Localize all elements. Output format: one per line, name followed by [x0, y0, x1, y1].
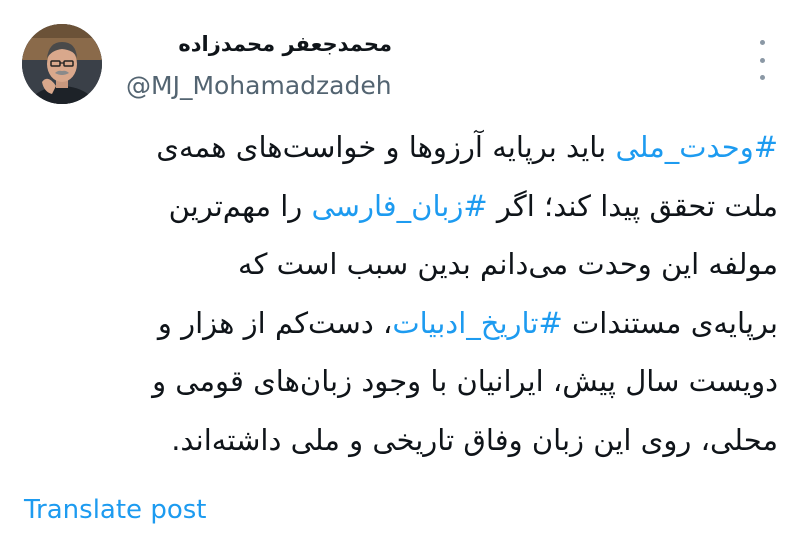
tweet-line: محلی، روی این زبان وفاق تاریخی و ملی داش…	[30, 411, 778, 470]
more-vertical-icon	[759, 40, 765, 45]
tweet-text-segment: مولفه این وحدت می‌دانم بدین سبب است که	[238, 247, 778, 281]
tweet-text-segment: را مهم‌ترین	[168, 188, 312, 223]
more-vertical-icon-dot	[759, 57, 765, 63]
tweet-text-segment: دویست سال پیش، ایرانیان با وجود زبان‌های…	[152, 364, 778, 398]
tweet-text-segment: ، دست‌کم از هزار و	[157, 305, 393, 340]
more-options-button[interactable]	[752, 40, 772, 80]
tweet-line: #وحدت_ملی باید برپایه آرزوها و خواست‌های…	[30, 118, 778, 177]
hashtag-link[interactable]: #تاریخ_ادبیات	[392, 306, 562, 340]
tweet-text-segment: ملت تحقق پیدا کند؛ اگر	[487, 188, 778, 223]
translate-post-link[interactable]: Translate post	[24, 492, 206, 528]
profile-photo-icon	[22, 24, 102, 104]
more-vertical-icon-dot	[759, 75, 765, 80]
author-handle[interactable]: @MJ_Mohamadzadeh	[126, 70, 392, 102]
hashtag-link[interactable]: #وحدت_ملی	[615, 130, 778, 164]
tweet-text-segment: محلی، روی این زبان وفاق تاریخی و ملی داش…	[171, 422, 778, 457]
tweet-text-segment: برپایه‌ی مستندات	[562, 305, 778, 340]
tweet-line: مولفه این وحدت می‌دانم بدین سبب است که	[30, 235, 778, 294]
tweet-text-segment: باید برپایه آرزوها و خواست‌های همه‌ی	[156, 130, 616, 164]
tweet-text: #وحدت_ملی باید برپایه آرزوها و خواست‌های…	[30, 118, 778, 469]
tweet-line: دویست سال پیش، ایرانیان با وجود زبان‌های…	[30, 352, 778, 411]
tweet-line: ملت تحقق پیدا کند؛ اگر #زبان_فارسی را مه…	[30, 177, 778, 236]
hashtag-link[interactable]: #زبان_فارسی	[312, 189, 488, 223]
author-display-name[interactable]: محمدجعفر محمدزاده	[122, 30, 392, 58]
tweet-line: برپایه‌ی مستندات #تاریخ_ادبیات، دست‌کم ا…	[30, 294, 778, 353]
avatar[interactable]	[22, 24, 102, 104]
